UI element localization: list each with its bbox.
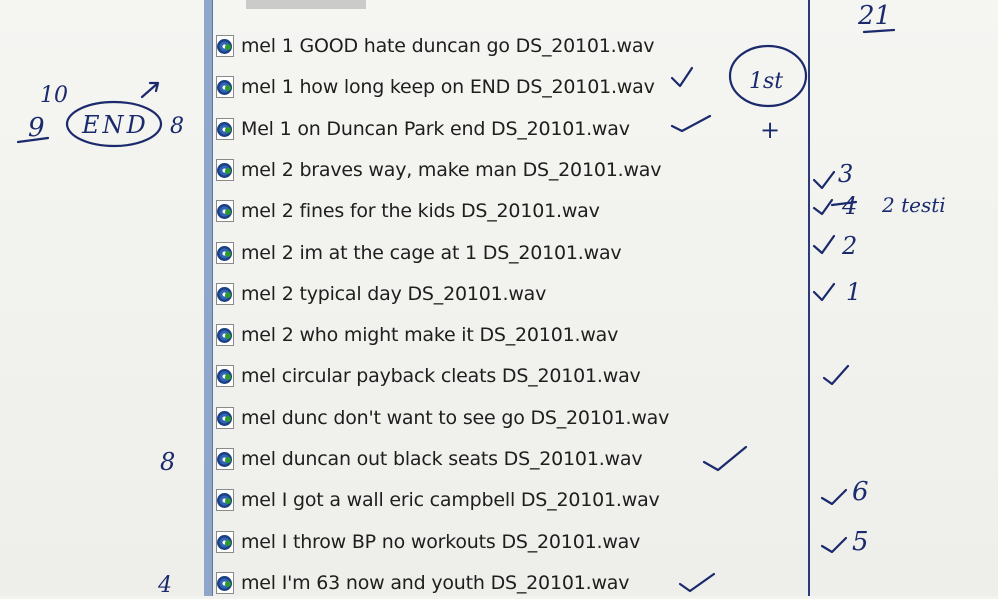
check-mark-12	[820, 488, 848, 506]
check-mark-14	[678, 572, 716, 593]
left-eight-top-annotation: 8	[170, 114, 184, 139]
rank-one-annotation: 1	[846, 278, 861, 306]
check-mark-3	[670, 114, 712, 133]
rank-two-annotation: 2	[841, 232, 857, 260]
left-four-annotation: 4	[157, 573, 172, 596]
rank-four-annotation: 4	[841, 192, 857, 220]
left-eight-bottom-annotation: 8	[160, 448, 175, 476]
rank-five-annotation: 5	[852, 527, 869, 557]
check-mark-4	[812, 170, 836, 190]
arrow-mark	[140, 81, 160, 99]
left-nine-annotation: 9	[28, 113, 45, 143]
check-mark-11	[702, 445, 748, 472]
rank-six-annotation: 6	[852, 477, 869, 507]
check-mark-9	[822, 364, 850, 386]
check-mark-5	[812, 198, 834, 216]
rank-three-annotation: 3	[838, 160, 853, 188]
check-mark-13	[820, 536, 848, 554]
check-mark-6	[812, 234, 836, 255]
scanned-page: mel 1 GOOD hate duncan go DS_20101.wav me…	[0, 0, 998, 596]
left-ten-annotation: 10	[40, 83, 68, 108]
first-mark-annotation: +	[760, 116, 780, 144]
check-mark-7	[812, 282, 836, 302]
handwriting-layer: 21 10 9 END 8 1st + 3 4 2 testi 2 1 8 6 …	[16, 1, 946, 596]
check-mark-2	[670, 66, 694, 88]
page-number-annotation: 21	[857, 1, 891, 31]
end-annotation: END	[81, 111, 149, 139]
testing-note-annotation: 2 testi	[881, 193, 946, 217]
first-annotation: 1st	[749, 69, 783, 94]
